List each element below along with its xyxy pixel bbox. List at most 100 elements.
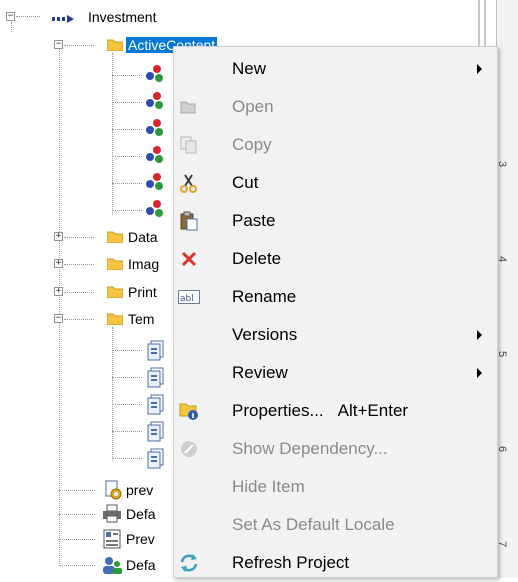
menu-item-show-dependency[interactable]: Show Dependency... (174, 430, 497, 468)
folder-icon (107, 39, 123, 51)
context-menu: New Open Copy Cut Paste Delete abl Renam… (173, 46, 498, 578)
menu-item-label: Hide Item (232, 477, 305, 496)
tree-connector (112, 458, 142, 459)
menu-item-label: Versions (232, 325, 298, 344)
menu-item-label-group: Properties... Alt+Enter (232, 401, 408, 421)
tree-connector (59, 322, 60, 566)
tree-connector (64, 319, 94, 320)
tree-connector (59, 514, 95, 515)
template-doc-icon[interactable] (147, 421, 165, 443)
template-doc-icon[interactable] (147, 367, 165, 389)
collapse-toggle-root[interactable]: − (6, 12, 15, 21)
menu-item-label: Cut (232, 173, 259, 192)
preview-icon (103, 529, 121, 549)
tree-connector (64, 264, 94, 265)
vertical-ruler (496, 0, 518, 578)
tree-connector (112, 350, 142, 351)
menu-item-copy[interactable]: Copy (174, 126, 497, 164)
cube-cluster-icon[interactable] (144, 145, 166, 165)
menu-item-label: Properties... (232, 401, 324, 420)
tree-connector (16, 16, 40, 17)
menu-item-open[interactable]: Open (174, 88, 497, 126)
tree-connector (112, 129, 142, 130)
tree-item-label: Tem (128, 311, 155, 327)
tree-item-label: Imag (128, 256, 160, 272)
cube-cluster-icon[interactable] (144, 64, 166, 84)
tree-connector (59, 47, 60, 322)
menu-item-delete[interactable]: Delete (174, 240, 497, 278)
tree-connector (59, 539, 95, 540)
menu-item-review[interactable]: Review (174, 354, 497, 392)
tree-connector (64, 292, 94, 293)
tree-connector (11, 22, 12, 32)
cube-cluster-icon[interactable] (144, 118, 166, 138)
template-doc-icon[interactable] (147, 394, 165, 416)
properties-icon (178, 400, 200, 422)
tree-item-data[interactable]: Data (128, 227, 158, 247)
menu-item-hide-item[interactable]: Hide Item (174, 468, 497, 506)
paste-icon (178, 210, 200, 232)
menu-item-paste[interactable]: Paste (174, 202, 497, 240)
people-icon (103, 557, 122, 574)
tree-connector (112, 377, 142, 378)
expand-toggle[interactable]: + (54, 259, 63, 268)
tree-item-defa-2[interactable]: Defa (126, 555, 156, 575)
printer-icon (103, 504, 121, 523)
menu-item-label: Refresh Project (232, 553, 350, 572)
folder-icon (107, 231, 123, 243)
cube-cluster-icon[interactable] (144, 172, 166, 192)
tree-item-prev-2[interactable]: Prev (126, 529, 155, 549)
folder-icon (107, 258, 123, 270)
tree-item-label: prev (126, 482, 154, 498)
menu-item-refresh-project[interactable]: Refresh Project (174, 544, 497, 582)
tree-item-label: Defa (126, 557, 156, 573)
submenu-arrow-icon (477, 368, 482, 378)
tree-item-prev[interactable]: prev (126, 480, 153, 500)
folder-icon (107, 313, 123, 325)
tree-connector (59, 565, 95, 566)
tree-connector (112, 327, 113, 461)
tree-connector (59, 490, 95, 491)
tree-connector (112, 183, 142, 184)
menu-item-label: New (232, 59, 267, 78)
tree-connector (64, 237, 94, 238)
menu-item-label: Copy (232, 135, 272, 154)
svg-text:abl: abl (180, 294, 194, 304)
tree-item-label: Investment (88, 9, 157, 25)
collapse-toggle[interactable]: − (54, 40, 63, 49)
tree-connector (112, 404, 142, 405)
copy-icon (178, 134, 200, 156)
tree-item-print[interactable]: Print (128, 282, 157, 302)
tree-connector (112, 75, 142, 76)
menu-item-versions[interactable]: Versions (174, 316, 497, 354)
arrow-icon (52, 11, 78, 23)
menu-item-label: Open (232, 97, 274, 116)
scissors-icon (178, 172, 200, 194)
cube-cluster-icon[interactable] (144, 199, 166, 219)
menu-item-shortcut: Alt+Enter (337, 401, 409, 420)
tree-connector (112, 431, 142, 432)
tree-item-defa[interactable]: Defa (126, 504, 156, 524)
open-folder-icon (178, 96, 200, 118)
template-doc-icon[interactable] (147, 340, 165, 362)
tree-item-root[interactable]: Investment (88, 7, 156, 27)
submenu-arrow-icon (477, 330, 482, 340)
folder-icon (107, 286, 123, 298)
menu-item-label: Paste (232, 211, 276, 230)
menu-item-new[interactable]: New (174, 50, 497, 88)
cube-cluster-icon[interactable] (144, 91, 166, 111)
tree-item-images[interactable]: Imag (128, 254, 159, 274)
menu-item-rename[interactable]: abl Rename (174, 278, 497, 316)
menu-item-cut[interactable]: Cut (174, 164, 497, 202)
menu-item-set-default-locale[interactable]: Set As Default Locale (174, 506, 497, 544)
refresh-icon (178, 552, 200, 574)
tree-item-label: Prev (126, 531, 155, 547)
expand-toggle[interactable]: + (54, 232, 63, 241)
template-doc-icon[interactable] (147, 448, 165, 470)
tree-item-templates[interactable]: Tem (128, 309, 154, 329)
expand-toggle[interactable]: + (54, 287, 63, 296)
menu-item-properties[interactable]: Properties... Alt+Enter (174, 392, 497, 430)
rename-icon: abl (178, 286, 200, 308)
menu-item-label: Rename (232, 287, 297, 306)
menu-item-label: Set As Default Locale (232, 515, 395, 534)
